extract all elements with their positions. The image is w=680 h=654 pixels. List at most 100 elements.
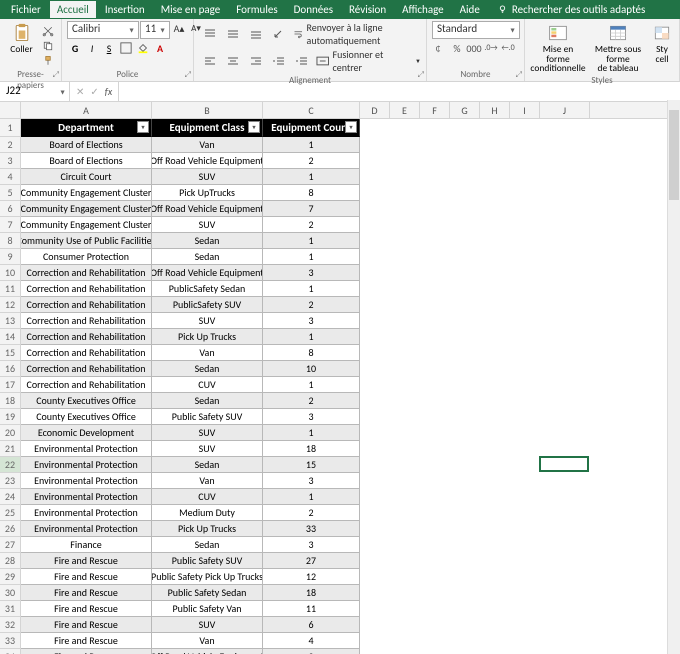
row-header[interactable]: 15 [0,345,20,361]
tell-me-search[interactable]: Rechercher des outils adaptés [489,3,646,16]
cell-department[interactable]: Correction and Rehabilitation [21,313,152,329]
cell-department[interactable]: Correction and Rehabilitation [21,265,152,281]
tab-help[interactable]: Aide [453,1,487,18]
row-header[interactable]: 9 [0,249,20,265]
table-row[interactable]: Fire and RescuePublic Safety Sedan18 [21,585,680,601]
col-header-B[interactable]: B [152,102,263,118]
row-header[interactable]: 14 [0,329,20,345]
cut-button[interactable] [40,24,56,38]
row-header[interactable]: 2 [0,137,20,153]
vertical-scrollbar[interactable] [667,100,680,654]
cell-equipment-count[interactable]: 1 [263,425,360,441]
row-header[interactable]: 21 [0,441,20,457]
increase-decimal-button[interactable]: .0→ [483,41,499,55]
fill-color-button[interactable] [135,41,151,55]
cell-equipment-count[interactable]: 2 [263,217,360,233]
cell-equipment-count[interactable]: 4 [263,633,360,649]
table-row[interactable]: Community Use of Public FacilitiesSedan1 [21,233,680,249]
currency-button[interactable]: ₵ [432,41,448,55]
cell-equipment-class[interactable]: Public Safety Sedan [152,585,263,601]
cell-department[interactable]: Correction and Rehabilitation [21,377,152,393]
cell-equipment-count[interactable]: 33 [263,521,360,537]
cell-department[interactable]: County Executives Office [21,409,152,425]
cell-equipment-count[interactable]: 8 [263,345,360,361]
header-equipment-count[interactable]: Equipment Count▾ [263,119,360,137]
cell-department[interactable]: Environmental Protection [21,521,152,537]
font-launcher-icon[interactable]: ⤢ [185,70,191,80]
name-box[interactable]: J22 ▼ [0,82,70,101]
row-header[interactable]: 25 [0,505,20,521]
cell-department[interactable]: Environmental Protection [21,441,152,457]
cell-equipment-count[interactable]: 27 [263,553,360,569]
table-row[interactable]: Economic DevelopmentSUV1 [21,425,680,441]
row-header[interactable]: 23 [0,473,20,489]
cell-department[interactable]: Correction and Rehabilitation [21,345,152,361]
clipboard-launcher-icon[interactable]: ⤢ [53,70,59,80]
tab-layout[interactable]: Mise en page [154,1,228,18]
select-all-corner[interactable] [0,102,21,118]
table-row[interactable]: Fire and RescuePublic Safety Pick Up Tru… [21,569,680,585]
cell-styles-button[interactable]: Sty cell [650,21,674,64]
cell-equipment-count[interactable]: 2 [263,649,360,654]
bold-button[interactable]: G [67,41,83,55]
cell-equipment-count[interactable]: 15 [263,457,360,473]
row-header[interactable]: 27 [0,537,20,553]
table-row[interactable]: Correction and RehabilitationVan8 [21,345,680,361]
cell-equipment-class[interactable]: Off Road Vehicle Equipment [152,201,263,217]
cell-department[interactable]: Fire and Rescue [21,633,152,649]
cell-equipment-class[interactable]: CUV [152,377,263,393]
table-row[interactable]: Correction and RehabilitationPick Up Tru… [21,329,680,345]
cell-department[interactable]: Fire and Rescue [21,617,152,633]
row-header[interactable]: 19 [0,409,20,425]
table-row[interactable]: Consumer ProtectionSedan1 [21,249,680,265]
cell-department[interactable]: Fire and Rescue [21,649,152,654]
cell-equipment-class[interactable]: Pick Up Trucks [152,521,263,537]
table-row[interactable]: Environmental ProtectionSedan15 [21,457,680,473]
table-row[interactable]: Correction and RehabilitationSUV3 [21,313,680,329]
col-header-J[interactable]: J [540,102,590,118]
cell-equipment-class[interactable]: Off Road Vehicle Equipment [152,265,263,281]
row-header[interactable]: 11 [0,281,20,297]
cell-equipment-class[interactable]: Off Road Vehicle Equipment [152,649,263,654]
table-row[interactable]: Correction and RehabilitationCUV1 [21,377,680,393]
orientation-button[interactable] [268,27,290,42]
align-launcher-icon[interactable]: ⤢ [418,70,424,80]
table-row[interactable]: Community Engagement ClusterOff Road Veh… [21,201,680,217]
table-row[interactable]: Environmental ProtectionCUV1 [21,489,680,505]
tab-review[interactable]: Révision [342,1,393,18]
table-row[interactable]: Fire and RescueVan4 [21,633,680,649]
cancel-formula-icon[interactable]: ✕ [76,85,84,98]
col-header-I[interactable]: I [510,102,540,118]
cell-department[interactable]: Environmental Protection [21,505,152,521]
cell-equipment-count[interactable]: 10 [263,361,360,377]
format-painter-button[interactable] [40,54,56,68]
spreadsheet-grid[interactable]: A B C D E F G H I J 12345678910111213141… [0,102,680,654]
table-row[interactable]: Correction and RehabilitationPublicSafet… [21,281,680,297]
cell-equipment-class[interactable]: CUV [152,489,263,505]
cell-equipment-count[interactable]: 3 [263,265,360,281]
cell-equipment-class[interactable]: SUV [152,169,263,185]
format-as-table-button[interactable]: Mettre sous forme de tableau [588,21,648,74]
table-row[interactable]: Environmental ProtectionMedium Duty2 [21,505,680,521]
font-name-select[interactable]: Calibri▼ [67,21,139,39]
merge-center-button[interactable]: Fusionner et centrer ▼ [313,48,421,74]
table-row[interactable]: Environmental ProtectionPick Up Trucks33 [21,521,680,537]
cell-department[interactable]: Board of Elections [21,153,152,169]
table-row[interactable]: FinanceSedan3 [21,537,680,553]
col-header-F[interactable]: F [420,102,450,118]
cell-equipment-count[interactable]: 2 [263,393,360,409]
row-header[interactable]: 1 [0,119,20,137]
cell-equipment-class[interactable]: Sedan [152,233,263,249]
table-row[interactable]: Fire and RescueOff Road Vehicle Equipmen… [21,649,680,654]
cell-equipment-class[interactable]: Public Safety Pick Up Trucks [152,569,263,585]
row-header[interactable]: 26 [0,521,20,537]
table-row[interactable]: Fire and RescuePublic Safety Van11 [21,601,680,617]
cell-equipment-count[interactable]: 18 [263,585,360,601]
cell-equipment-count[interactable]: 1 [263,137,360,153]
filter-icon[interactable]: ▾ [137,121,149,133]
filter-icon[interactable]: ▾ [248,121,260,133]
cell-department[interactable]: Environmental Protection [21,457,152,473]
cell-equipment-class[interactable]: SUV [152,313,263,329]
col-header-E[interactable]: E [390,102,420,118]
increase-indent-button[interactable] [291,54,313,69]
